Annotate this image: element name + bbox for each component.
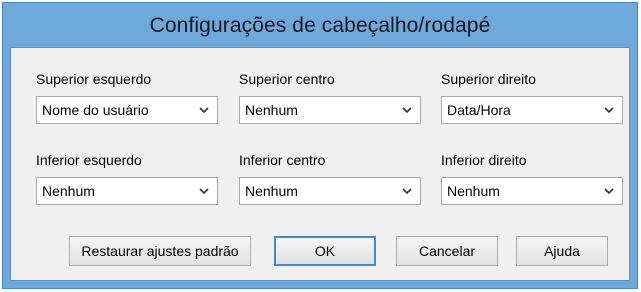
top-center-field: Superior centro Nenhum: [239, 70, 421, 124]
cancel-button[interactable]: Cancelar: [396, 236, 498, 266]
bottom-left-label: Inferior esquerdo: [36, 152, 142, 168]
bottom-center-value: Nenhum: [245, 183, 298, 199]
bottom-left-select[interactable]: Nenhum: [36, 177, 218, 205]
top-right-label: Superior direito: [441, 71, 536, 87]
top-center-label: Superior centro: [239, 71, 335, 87]
top-center-select[interactable]: Nenhum: [239, 96, 421, 124]
bottom-right-label: Inferior direito: [441, 152, 527, 168]
top-right-value: Data/Hora: [447, 102, 511, 118]
top-left-select[interactable]: Nome do usuário: [36, 96, 218, 124]
ok-button[interactable]: OK: [274, 236, 376, 266]
top-left-field: Superior esquerdo Nome do usuário: [36, 70, 218, 124]
restore-defaults-button[interactable]: Restaurar ajustes padrão: [69, 236, 251, 266]
chevron-down-icon: [604, 188, 614, 195]
bottom-left-field: Inferior esquerdo Nenhum: [36, 151, 218, 205]
dialog-title: Configurações de cabeçalho/rodapé: [149, 14, 491, 37]
chevron-down-icon: [402, 188, 412, 195]
bottom-center-label: Inferior centro: [239, 152, 326, 168]
dialog-window: Configurações de cabeçalho/rodapé Superi…: [2, 2, 638, 289]
bottom-left-value: Nenhum: [42, 183, 95, 199]
top-right-select[interactable]: Data/Hora: [441, 96, 623, 124]
dialog-content: Superior esquerdo Nome do usuário Superi…: [10, 47, 630, 281]
help-button[interactable]: Ajuda: [516, 236, 608, 266]
chevron-down-icon: [604, 107, 614, 114]
top-right-field: Superior direito Data/Hora: [441, 70, 623, 124]
title-bar[interactable]: Configurações de cabeçalho/rodapé: [3, 3, 637, 49]
bottom-right-select[interactable]: Nenhum: [441, 177, 623, 205]
bottom-center-select[interactable]: Nenhum: [239, 177, 421, 205]
top-center-value: Nenhum: [245, 102, 298, 118]
chevron-down-icon: [402, 107, 412, 114]
bottom-right-field: Inferior direito Nenhum: [441, 151, 623, 205]
chevron-down-icon: [199, 188, 209, 195]
top-left-label: Superior esquerdo: [36, 71, 152, 87]
bottom-center-field: Inferior centro Nenhum: [239, 151, 421, 205]
top-left-value: Nome do usuário: [42, 102, 149, 118]
chevron-down-icon: [199, 107, 209, 114]
bottom-right-value: Nenhum: [447, 183, 500, 199]
